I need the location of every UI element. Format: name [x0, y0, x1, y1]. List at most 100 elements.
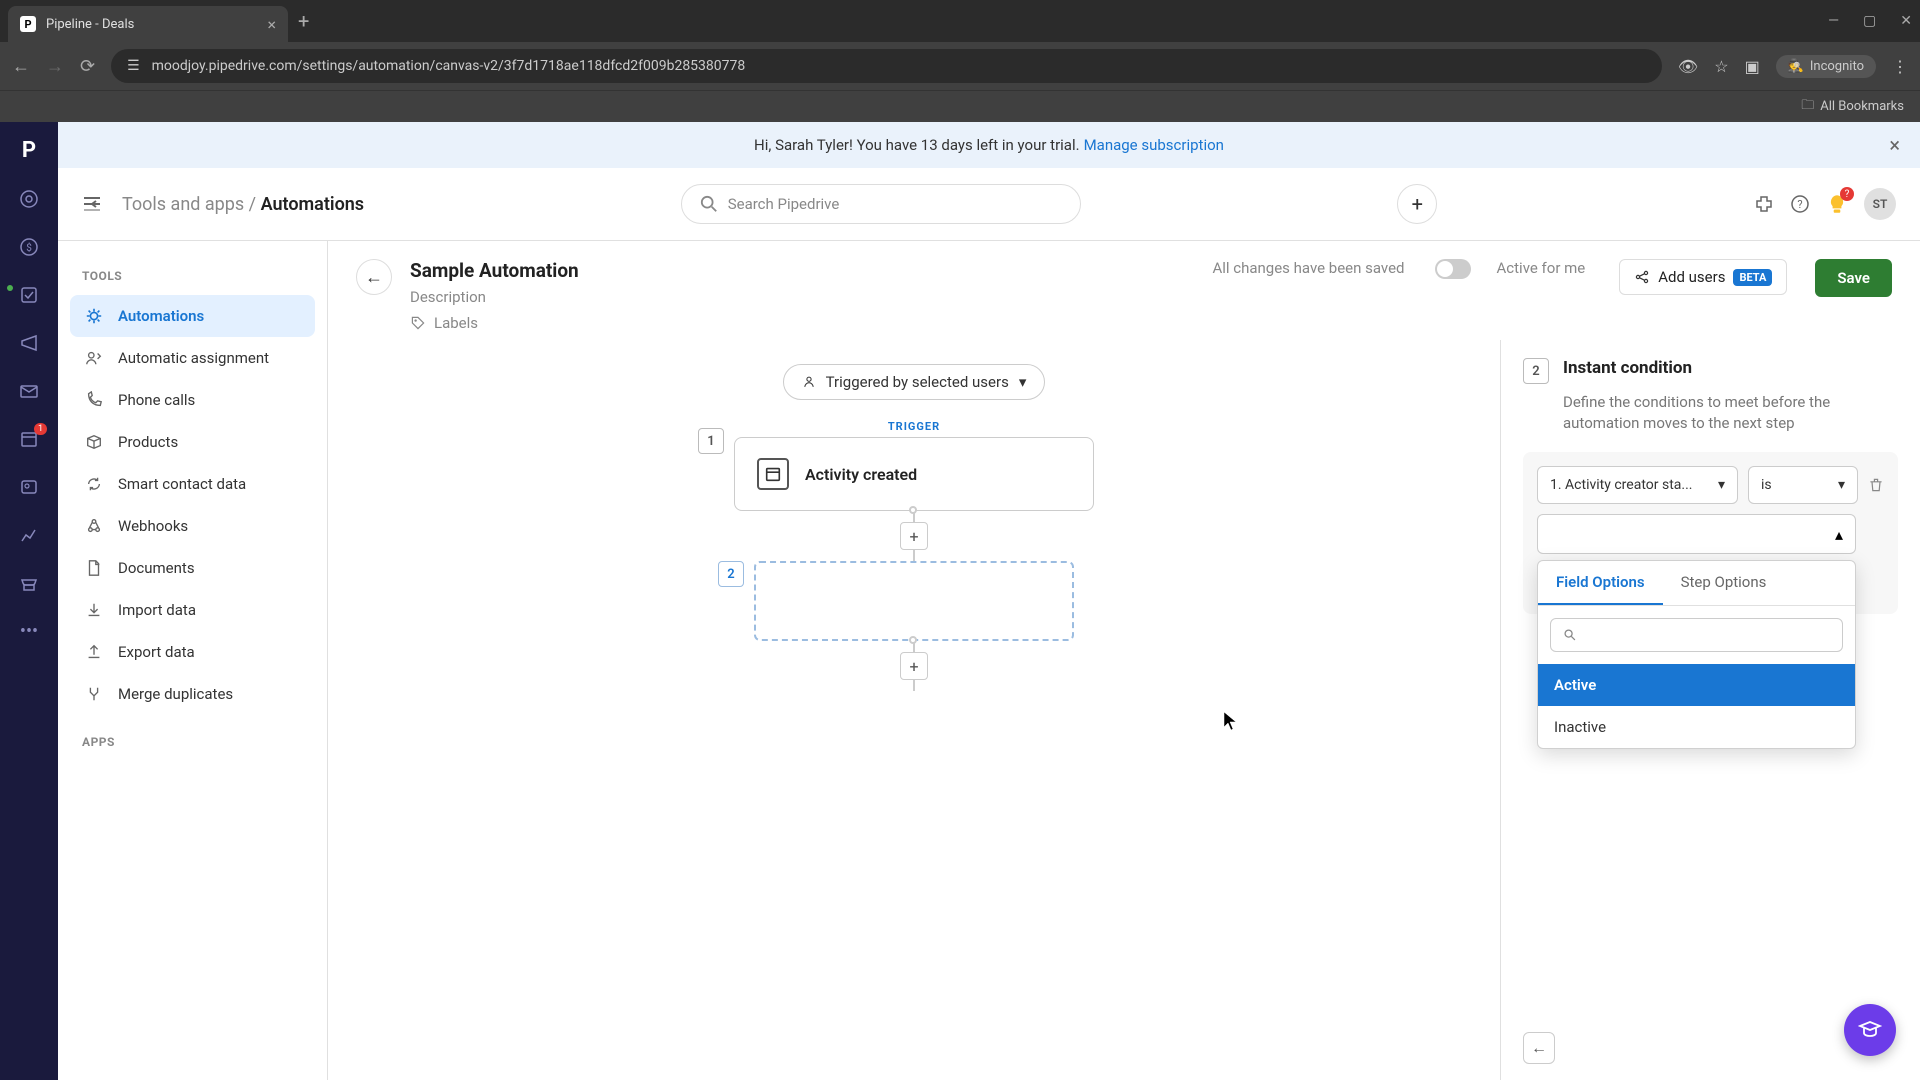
search-icon: [1563, 628, 1577, 642]
field-select[interactable]: 1. Activity creator sta... ▾: [1537, 466, 1738, 504]
rail-mail-icon[interactable]: [17, 379, 41, 403]
url-bar[interactable]: ☰ moodjoy.pipedrive.com/settings/automat…: [111, 49, 1662, 83]
extensions-icon[interactable]: [1754, 194, 1774, 214]
trial-text: Hi, Sarah Tyler! You have 13 days left i…: [754, 136, 1080, 154]
breadcrumb: Tools and apps / Automations: [122, 194, 364, 215]
quick-add-button[interactable]: +: [1397, 184, 1437, 224]
browser-tab[interactable]: P Pipeline - Deals ×: [8, 6, 288, 42]
chevron-up-icon: ▴: [1835, 525, 1843, 544]
back-button[interactable]: ←: [356, 259, 392, 295]
save-button[interactable]: Save: [1815, 259, 1892, 297]
user-avatar[interactable]: ST: [1864, 188, 1896, 220]
bookmarks-bar: 🗀 All Bookmarks: [0, 90, 1920, 122]
panel-title: Instant condition: [1563, 358, 1692, 378]
option-inactive[interactable]: Inactive: [1538, 706, 1855, 748]
option-active[interactable]: Active: [1538, 664, 1855, 706]
app-logo[interactable]: P: [22, 138, 36, 163]
add-step-button-2[interactable]: +: [900, 652, 928, 680]
new-tab-button[interactable]: +: [298, 9, 309, 33]
help-fab[interactable]: [1844, 1004, 1896, 1056]
browser-menu-icon[interactable]: ⋮: [1892, 57, 1908, 76]
user-icon: [802, 375, 816, 389]
manage-subscription-link[interactable]: Manage subscription: [1084, 136, 1224, 154]
dropdown-search-input[interactable]: [1585, 627, 1830, 643]
active-toggle[interactable]: [1435, 259, 1471, 279]
tips-badge: ?: [1840, 187, 1854, 201]
placeholder-node[interactable]: 2: [754, 561, 1074, 641]
sidebar-item-automatic-assignment[interactable]: Automatic assignment: [70, 337, 315, 379]
rail-campaigns-icon[interactable]: [17, 331, 41, 355]
rail-insights-icon[interactable]: [17, 523, 41, 547]
sidebar-item-export[interactable]: Export data: [70, 631, 315, 673]
panel-icon[interactable]: ▣: [1745, 57, 1760, 76]
panel-description: Define the conditions to meet before the…: [1563, 392, 1898, 434]
rail-calendar-icon[interactable]: 1: [17, 427, 41, 451]
node-1-number: 1: [698, 428, 724, 454]
sidebar-item-webhooks[interactable]: Webhooks: [70, 505, 315, 547]
rail-tasks-icon[interactable]: [17, 283, 41, 307]
sidebar-item-merge[interactable]: Merge duplicates: [70, 673, 315, 715]
breadcrumb-root[interactable]: Tools and apps: [122, 194, 244, 215]
banner-close-icon[interactable]: ×: [1889, 133, 1900, 157]
svg-text:?: ?: [1797, 198, 1802, 211]
site-info-icon[interactable]: ☰: [127, 58, 140, 74]
sidebar-item-phone-calls[interactable]: Phone calls: [70, 379, 315, 421]
incognito-indicator[interactable]: 🕵 Incognito: [1776, 55, 1876, 78]
trigger-node[interactable]: Activity created: [734, 437, 1094, 511]
folder-icon: 🗀: [1801, 96, 1814, 118]
rail-target-icon[interactable]: [17, 187, 41, 211]
rail-marketplace-icon[interactable]: [17, 571, 41, 595]
left-rail: P $ 1 •••: [0, 122, 58, 1080]
beta-badge: BETA: [1733, 269, 1772, 286]
sidebar-item-products[interactable]: Products: [70, 421, 315, 463]
rail-more-icon[interactable]: •••: [17, 619, 41, 643]
maximize-icon[interactable]: ▢: [1863, 13, 1876, 29]
panel-back-button[interactable]: ←: [1523, 1032, 1555, 1064]
add-step-button[interactable]: +: [900, 522, 928, 550]
browser-toolbar: ← → ⟳ ☰ moodjoy.pipedrive.com/settings/a…: [0, 42, 1920, 90]
automation-title[interactable]: Sample Automation: [410, 259, 1194, 282]
close-window-icon[interactable]: ✕: [1900, 13, 1912, 29]
bookmark-star-icon[interactable]: ☆: [1714, 57, 1728, 76]
active-toggle-label: Active for me: [1497, 259, 1586, 277]
merge-icon: [84, 685, 104, 703]
flow-canvas[interactable]: Triggered by selected users ▾ TRIGGER 1 …: [328, 340, 1500, 1080]
tab-close-icon[interactable]: ×: [267, 15, 276, 34]
value-dropdown: Field Options Step Options Active Inacti…: [1537, 560, 1856, 749]
value-select[interactable]: ▴: [1537, 514, 1856, 554]
operator-select[interactable]: is ▾: [1748, 466, 1858, 504]
import-icon: [84, 601, 104, 619]
sidebar-tools-heading: TOOLS: [82, 269, 303, 283]
trigger-users-chip[interactable]: Triggered by selected users ▾: [783, 364, 1046, 400]
tips-icon[interactable]: ?: [1826, 193, 1848, 215]
dropdown-search[interactable]: [1550, 618, 1843, 652]
sidebar-item-documents[interactable]: Documents: [70, 547, 315, 589]
search-input[interactable]: Search Pipedrive: [681, 184, 1081, 224]
document-icon: [84, 559, 104, 577]
forward-icon[interactable]: →: [46, 56, 64, 77]
rail-currency-icon[interactable]: $: [17, 235, 41, 259]
eye-off-icon[interactable]: 👁: [1678, 57, 1698, 76]
sidebar-toggle-icon[interactable]: [82, 195, 102, 213]
breadcrumb-current: Automations: [261, 194, 365, 215]
tab-title: Pipeline - Deals: [46, 17, 267, 32]
tab-step-options[interactable]: Step Options: [1663, 561, 1785, 605]
back-icon[interactable]: ←: [12, 56, 30, 77]
sidebar-item-automations[interactable]: Automations: [70, 295, 315, 337]
sidebar-item-import[interactable]: Import data: [70, 589, 315, 631]
svg-text:$: $: [26, 241, 32, 254]
minimize-icon[interactable]: —: [1828, 13, 1839, 29]
trial-banner: Hi, Sarah Tyler! You have 13 days left i…: [58, 122, 1920, 168]
automation-labels[interactable]: Labels: [410, 314, 1194, 332]
tab-favicon: P: [20, 16, 36, 32]
rail-contacts-icon[interactable]: [17, 475, 41, 499]
trigger-label: TRIGGER: [734, 420, 1094, 433]
delete-condition-icon[interactable]: [1868, 477, 1884, 493]
tab-field-options[interactable]: Field Options: [1538, 561, 1663, 605]
help-icon[interactable]: ?: [1790, 194, 1810, 214]
all-bookmarks-link[interactable]: 🗀 All Bookmarks: [1801, 96, 1904, 118]
reload-icon[interactable]: ⟳: [80, 56, 95, 77]
sidebar-item-smart-contact[interactable]: Smart contact data: [70, 463, 315, 505]
add-users-button[interactable]: Add users BETA: [1619, 259, 1787, 295]
automation-description[interactable]: Description: [410, 288, 1194, 306]
